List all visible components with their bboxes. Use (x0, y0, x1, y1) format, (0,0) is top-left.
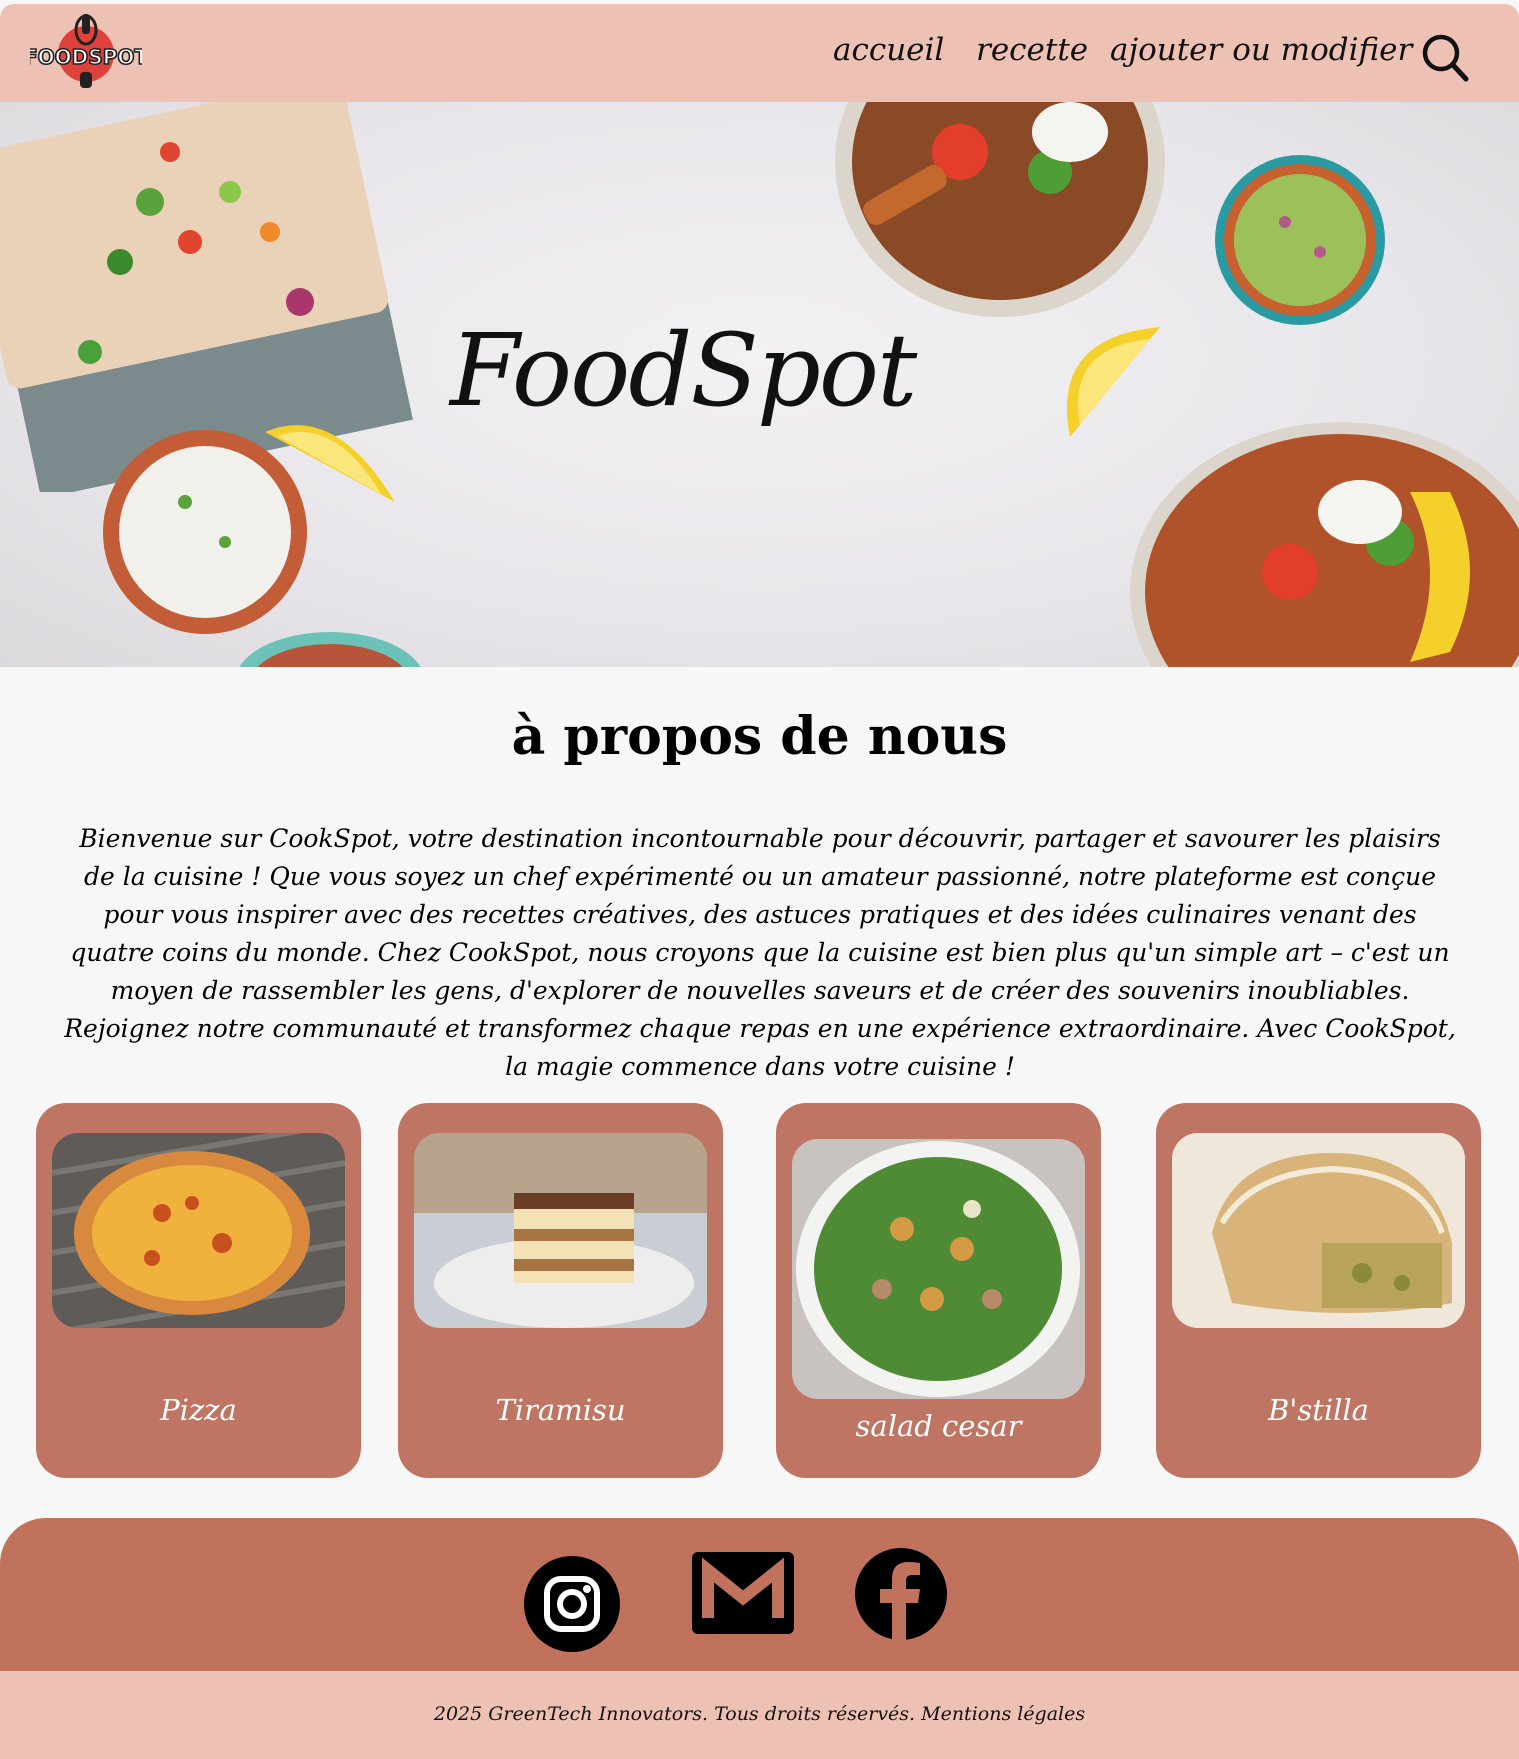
nav-accueil[interactable]: accueil (833, 32, 944, 68)
small-bowl-image (239, 632, 421, 667)
card-label: salad cesar (855, 1409, 1022, 1443)
recipe-card-salad-cesar[interactable]: salad cesar (776, 1103, 1101, 1478)
tiramisu-image (414, 1133, 707, 1328)
bstilla-image (1172, 1133, 1465, 1328)
lemon-slice-image (265, 425, 395, 502)
recipe-card-bstilla[interactable]: B'stilla (1156, 1103, 1481, 1478)
fries-bowl-image (835, 102, 1165, 317)
guacamole-bowl-image (1215, 155, 1385, 325)
copyright-bar: 2025 GreenTech Innovators. Tous droits r… (0, 1671, 1519, 1759)
instagram-icon[interactable] (523, 1555, 621, 1657)
foodspot-logo[interactable]: FOODSPOT (23, 10, 149, 94)
recipe-card-tiramisu[interactable]: Tiramisu (398, 1103, 723, 1478)
card-label: Tiramisu (495, 1393, 626, 1427)
copyright-text: 2025 GreenTech Innovators. Tous droits r… (433, 1703, 1086, 1725)
facebook-icon[interactable] (854, 1547, 948, 1645)
nav-ajouter-modifier[interactable]: ajouter ou modifier (1110, 32, 1412, 68)
loaded-fries-image (1130, 422, 1519, 667)
recipe-card-pizza[interactable]: Pizza (36, 1103, 361, 1478)
about-text: Bienvenue sur CookSpot, votre destinatio… (64, 824, 1456, 1081)
about-title: à propos de nous (511, 706, 1008, 767)
site-header: FOODSPOT accueil recette ajouter ou modi… (0, 4, 1519, 102)
card-label: Pizza (160, 1393, 237, 1427)
caesar-salad-image (792, 1139, 1085, 1399)
pizza-image (52, 1133, 345, 1328)
hero-banner: FoodSpot (0, 102, 1519, 667)
nav-recette[interactable]: recette (976, 32, 1088, 68)
mail-icon[interactable] (692, 1552, 794, 1638)
site-footer (0, 1518, 1519, 1673)
hero-title: FoodSpot (450, 312, 917, 429)
card-label: B'stilla (1268, 1393, 1369, 1427)
search-icon[interactable] (1420, 32, 1470, 84)
logo-text: FOODSPOT (30, 45, 142, 69)
